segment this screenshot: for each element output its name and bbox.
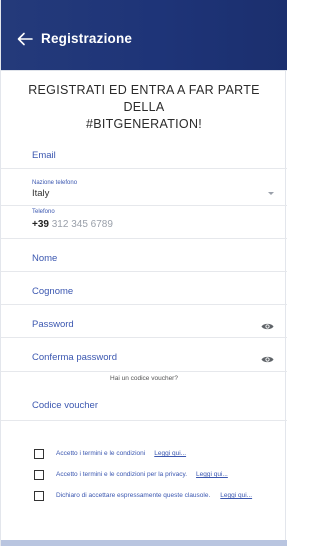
terms-checkbox[interactable] bbox=[34, 449, 44, 459]
headline-line-2: #BITGENERATION! bbox=[85, 117, 203, 131]
last-name-placeholder: Cognome bbox=[32, 286, 74, 297]
terms-read-more-link[interactable]: Leggi qui... bbox=[154, 450, 186, 457]
eye-icon[interactable] bbox=[261, 322, 274, 331]
clauses-read-more-link[interactable]: Leggi qui... bbox=[220, 492, 252, 499]
phone-placeholder: 312 345 6789 bbox=[51, 219, 113, 230]
country-select[interactable]: Nazione telefono Italy bbox=[1, 168, 287, 206]
password-placeholder: Password bbox=[32, 319, 74, 330]
app-bar: Registrazione bbox=[1, 0, 287, 70]
eye-icon[interactable] bbox=[261, 355, 274, 364]
privacy-read-more-link[interactable]: Leggi qui... bbox=[196, 471, 228, 478]
arrow-left-icon[interactable] bbox=[17, 32, 33, 46]
privacy-consent-label: Accetto i termini e le condizioni per la… bbox=[56, 471, 188, 478]
confirm-password-placeholder: Conferma password bbox=[32, 352, 118, 363]
clauses-consent-text: Dichiaro di accettare espressamente ques… bbox=[34, 491, 280, 501]
chevron-down-icon[interactable] bbox=[268, 192, 274, 195]
page-title: Registrazione bbox=[41, 31, 133, 46]
bottom-bar bbox=[1, 540, 287, 546]
password-field[interactable]: Password bbox=[1, 304, 287, 338]
divider bbox=[1, 70, 287, 71]
terms-consent-label: Accetto i termini e le condizioni bbox=[56, 450, 146, 457]
phone-prefix: +39 bbox=[32, 219, 49, 230]
voucher-hint: Hai un codice voucher? bbox=[110, 375, 178, 382]
privacy-checkbox[interactable] bbox=[34, 470, 44, 480]
phone-field[interactable]: Telefono +39 312 345 6789 bbox=[1, 205, 287, 239]
clauses-consent-label: Dichiaro di accettare espressamente ques… bbox=[56, 492, 211, 499]
first-name-placeholder: Nome bbox=[32, 253, 58, 264]
email-field[interactable]: Email bbox=[1, 135, 287, 169]
voucher-field[interactable]: Codice voucher bbox=[1, 384, 287, 421]
terms-consent-text: Accetto i termini e le condizioni Leggi q… bbox=[56, 449, 186, 459]
privacy-consent-text: Accetto i termini e le condizioni per la… bbox=[56, 470, 228, 480]
phone-label: Telefono bbox=[32, 209, 55, 215]
registration-page: Registrazione REGISTRATI ED ENTRA A FAR … bbox=[0, 0, 287, 546]
confirm-password-field[interactable]: Conferma password bbox=[1, 337, 287, 372]
country-label: Nazione telefono bbox=[32, 180, 78, 186]
last-name-field[interactable]: Cognome bbox=[1, 271, 287, 305]
email-placeholder: Email bbox=[32, 150, 56, 161]
headline-line-1: REGISTRATI ED ENTRA A FAR PARTE DELLA bbox=[28, 83, 260, 114]
voucher-placeholder: Codice voucher bbox=[32, 400, 99, 411]
country-value: Italy bbox=[32, 188, 50, 199]
headline: REGISTRATI ED ENTRA A FAR PARTE DELLA #B… bbox=[11, 82, 277, 133]
phone-value: +39 312 345 6789 bbox=[32, 219, 113, 230]
first-name-field[interactable]: Nome bbox=[1, 238, 287, 272]
